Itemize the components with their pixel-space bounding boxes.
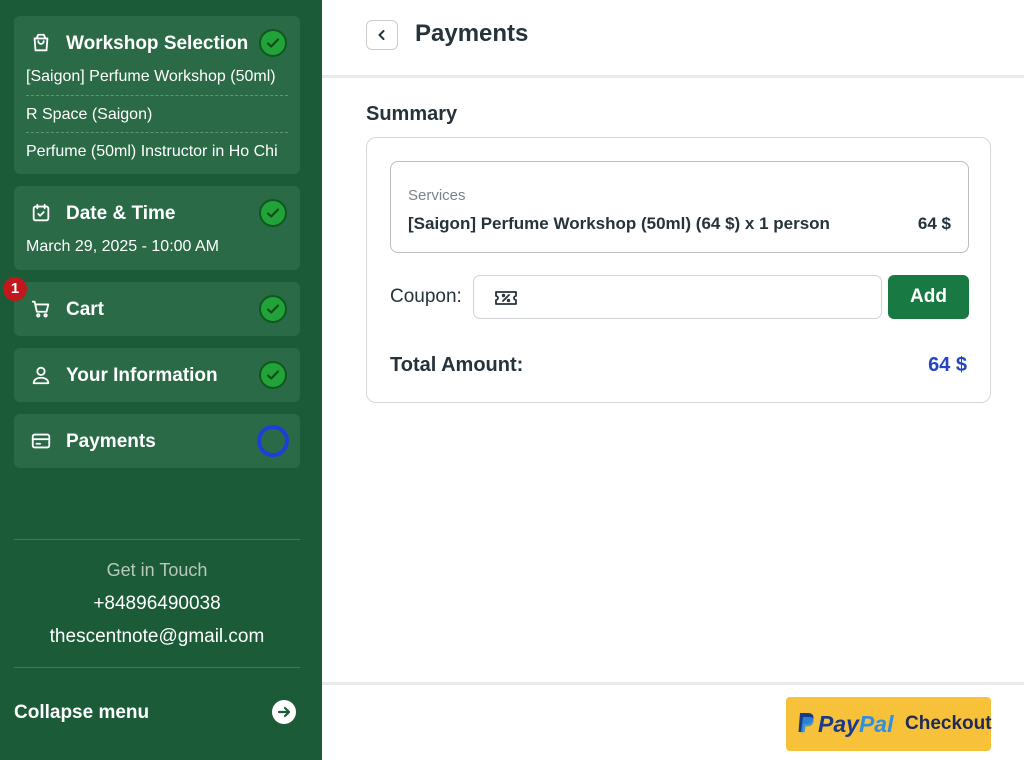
divider — [26, 132, 288, 133]
step-title: Date & Time — [66, 203, 176, 224]
check-icon — [259, 199, 287, 227]
collapse-menu-button[interactable]: Collapse menu — [14, 700, 300, 726]
calendar-icon — [30, 202, 52, 224]
service-line-item: [Saigon] Perfume Workshop (50ml) (64 $) … — [408, 214, 830, 233]
step-your-information[interactable]: Your Information — [14, 348, 300, 402]
summary-title: Summary — [366, 103, 458, 125]
total-amount-value: 64 $ — [928, 354, 967, 376]
page-title: Payments — [415, 20, 529, 47]
cart-icon — [30, 298, 52, 320]
selected-location: R Space (Saigon) — [26, 106, 153, 123]
coupon-input[interactable] — [532, 282, 872, 312]
card-icon — [30, 430, 52, 452]
step-payments[interactable]: Payments — [14, 414, 300, 468]
contact-phone[interactable]: +84896490038 — [0, 593, 314, 615]
selected-instructor: Perfume (50ml) Instructor in Ho Chi — [26, 143, 278, 160]
contact-email[interactable]: thescentnote@gmail.com — [0, 626, 314, 648]
arrow-right-icon[interactable] — [272, 700, 296, 724]
total-amount-label: Total Amount: — [390, 354, 524, 376]
page-header: Payments — [322, 0, 1024, 78]
divider — [26, 95, 288, 96]
selected-datetime: March 29, 2025 - 10:00 AM — [26, 238, 219, 255]
step-header[interactable]: Workshop Selection — [14, 16, 300, 70]
divider — [14, 667, 300, 668]
add-coupon-button[interactable]: Add — [888, 275, 969, 319]
sidebar: Workshop Selection [Saigon] Perfume Work… — [0, 0, 322, 760]
check-icon — [259, 295, 287, 323]
coupon-label: Coupon: — [390, 286, 462, 307]
check-icon — [259, 29, 287, 57]
summary-panel: Services [Saigon] Perfume Workshop (50ml… — [366, 137, 991, 403]
step-cart[interactable]: Cart — [14, 282, 300, 336]
paypal-checkout-button[interactable]: PayPal Checkout — [786, 697, 992, 751]
shopping-bag-icon — [30, 32, 52, 54]
step-date-time[interactable]: Date & Time March 29, 2025 - 10:00 AM — [14, 186, 300, 270]
services-box: Services [Saigon] Perfume Workshop (50ml… — [390, 161, 969, 253]
step-title: Payments — [66, 431, 156, 452]
step-header[interactable]: Date & Time — [14, 186, 300, 240]
coupon-field[interactable] — [473, 275, 882, 319]
services-label: Services — [408, 187, 466, 204]
coupon-ticket-icon — [495, 291, 517, 305]
contact-title: Get in Touch — [106, 560, 208, 580]
chevron-left-icon — [378, 30, 385, 40]
back-button[interactable] — [366, 20, 398, 50]
step-title: Your Information — [66, 365, 218, 386]
step-title: Workshop Selection — [66, 33, 249, 54]
in-progress-indicator — [257, 425, 289, 457]
step-title: Cart — [66, 299, 105, 320]
check-icon — [259, 361, 287, 389]
cart-count-badge: 1 — [3, 277, 27, 301]
step-workshop-selection[interactable]: Workshop Selection [Saigon] Perfume Work… — [14, 16, 300, 174]
user-icon — [30, 364, 52, 386]
selected-workshop: [Saigon] Perfume Workshop (50ml) — [26, 68, 276, 85]
paypal-logo-icon — [798, 713, 814, 733]
paypal-wordmark: PayPal — [818, 711, 894, 737]
checkout-label: Checkout — [905, 713, 992, 734]
service-price: 64 $ — [917, 214, 951, 233]
collapse-menu-label: Collapse menu — [14, 702, 150, 723]
divider — [14, 539, 300, 540]
checkout-bar: PayPal Checkout — [322, 682, 1024, 760]
